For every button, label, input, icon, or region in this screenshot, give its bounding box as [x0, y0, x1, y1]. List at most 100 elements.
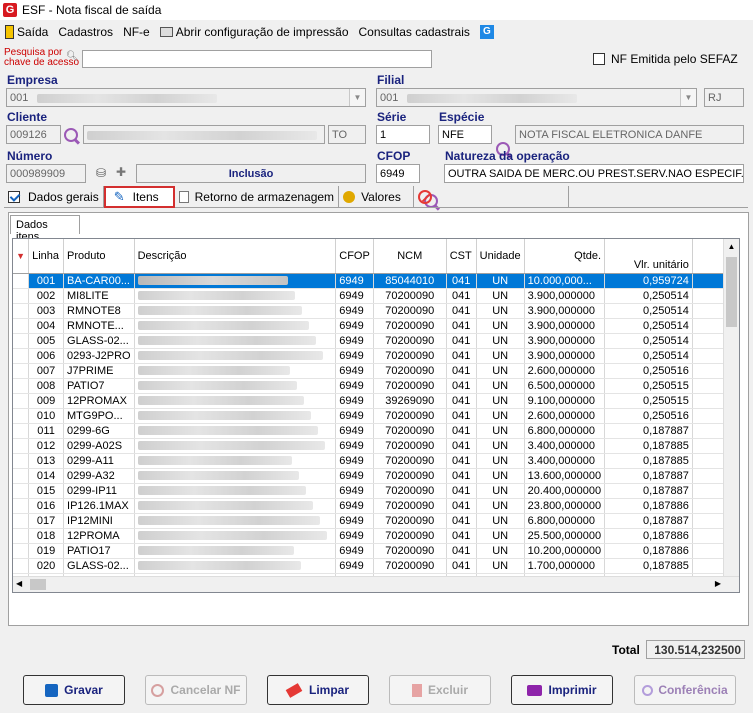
row-indicator[interactable]: [13, 378, 30, 394]
cell-linha[interactable]: 015: [28, 483, 65, 499]
cell-cst[interactable]: 041: [446, 513, 477, 529]
cell-linha[interactable]: 020: [28, 558, 65, 574]
table-row[interactable]: 017 IP12MINI 6949 70200090 041 UN 6.800,000000…: [13, 513, 739, 529]
cell-linha[interactable]: 016: [28, 498, 65, 514]
cell-qtde[interactable]: 20.400,000000: [524, 483, 606, 499]
cell-cfop[interactable]: 6949: [335, 303, 374, 319]
table-row[interactable]: 008 PATIO7 6949 70200090 041 UN 6.500,000000 0,…: [13, 378, 739, 394]
cell-unidade[interactable]: UN: [476, 333, 525, 349]
scroll-right-icon[interactable]: ▶: [715, 579, 721, 588]
cell-cst[interactable]: 041: [446, 348, 477, 364]
cell-linha[interactable]: 004: [28, 318, 65, 334]
cell-unidade[interactable]: UN: [476, 408, 525, 424]
cell-cfop[interactable]: 6949: [335, 558, 374, 574]
header-vlr-unitario[interactable]: Vlr. unitário: [604, 239, 693, 274]
menu-g-logo[interactable]: G: [475, 22, 499, 42]
cell-cst[interactable]: 041: [446, 318, 477, 334]
chevron-down-icon[interactable]: ▼: [349, 89, 365, 106]
cell-ncm[interactable]: 70200090: [373, 423, 447, 439]
cell-cst[interactable]: 041: [446, 453, 477, 469]
cell-cfop[interactable]: 6949: [335, 408, 374, 424]
scroll-thumb[interactable]: [726, 257, 737, 327]
cell-linha[interactable]: 003: [28, 303, 65, 319]
cell-produto[interactable]: 0293-J2PRO: [63, 348, 135, 364]
cell-descricao[interactable]: [134, 348, 337, 364]
cell-cst[interactable]: 041: [446, 273, 477, 289]
cell-cst[interactable]: 041: [446, 423, 477, 439]
cell-cst[interactable]: 041: [446, 468, 477, 484]
scroll-h-thumb[interactable]: [30, 579, 46, 590]
cell-qtde[interactable]: 3.400,000000: [524, 438, 606, 454]
cell-qtde[interactable]: 23.800,000000: [524, 498, 606, 514]
cell-descricao[interactable]: [134, 468, 337, 484]
row-indicator[interactable]: [13, 453, 30, 469]
cell-descricao[interactable]: [134, 378, 337, 394]
table-row[interactable]: 009 12PROMAX 6949 39269090 041 UN 9.100,000000…: [13, 393, 739, 409]
cell-cst[interactable]: 041: [446, 438, 477, 454]
cell-produto[interactable]: 0299-6G: [63, 423, 135, 439]
add-icon[interactable]: ✚: [116, 165, 126, 179]
cell-unidade[interactable]: UN: [476, 423, 525, 439]
cell-linha[interactable]: 002: [28, 288, 65, 304]
cell-cst[interactable]: 041: [446, 393, 477, 409]
cell-ncm[interactable]: 70200090: [373, 363, 447, 379]
cell-qtde[interactable]: 3.400,000000: [524, 453, 606, 469]
table-row[interactable]: 011 0299-6G 6949 70200090 041 UN 6.800,000000 0…: [13, 423, 739, 439]
cell-vlr-unitario[interactable]: 0,250516: [604, 408, 693, 424]
cell-ncm[interactable]: 70200090: [373, 483, 447, 499]
cell-qtde[interactable]: 13.600,000000: [524, 468, 606, 484]
table-row[interactable]: 014 0299-A32 6949 70200090 041 UN 13.600,00000…: [13, 468, 739, 484]
cell-linha[interactable]: 018: [28, 528, 65, 544]
tab-extra[interactable]: [414, 186, 569, 207]
cell-produto[interactable]: 12PROMA: [63, 528, 135, 544]
table-row[interactable]: 007 J7PRIME 6949 70200090 041 UN 2.600,000000 0…: [13, 363, 739, 379]
cell-qtde[interactable]: 25.500,000000: [524, 528, 606, 544]
row-indicator[interactable]: [13, 498, 30, 514]
cell-produto[interactable]: 0299-A02S: [63, 438, 135, 454]
cell-cfop[interactable]: 6949: [335, 423, 374, 439]
row-indicator[interactable]: [13, 468, 30, 484]
cell-vlr-unitario[interactable]: 0,187886: [604, 498, 693, 514]
cell-vlr-unitario[interactable]: 0,187886: [604, 528, 693, 544]
row-indicator[interactable]: [13, 543, 30, 559]
cell-descricao[interactable]: [134, 453, 337, 469]
cell-vlr-unitario[interactable]: 0,250516: [604, 363, 693, 379]
cell-cfop[interactable]: 6949: [335, 498, 374, 514]
cell-qtde[interactable]: 6.800,000000: [524, 423, 606, 439]
cell-ncm[interactable]: 70200090: [373, 468, 447, 484]
cell-produto[interactable]: IP126.1MAX: [63, 498, 135, 514]
cell-ncm[interactable]: 70200090: [373, 543, 447, 559]
cell-produto[interactable]: 0299-IP11: [63, 483, 135, 499]
cell-ncm[interactable]: 70200090: [373, 288, 447, 304]
cell-qtde[interactable]: 3.900,000000: [524, 333, 606, 349]
cell-produto[interactable]: 12PROMAX: [63, 393, 135, 409]
cell-qtde[interactable]: 6.800,000000: [524, 513, 606, 529]
empresa-select[interactable]: 001 ▼: [6, 88, 366, 107]
cell-vlr-unitario[interactable]: 0,250514: [604, 318, 693, 334]
cell-descricao[interactable]: [134, 528, 337, 544]
cell-vlr-unitario[interactable]: 0,187887: [604, 483, 693, 499]
cell-descricao[interactable]: [134, 288, 337, 304]
cell-produto[interactable]: GLASS-02...: [63, 333, 135, 349]
cancelar-nf-button[interactable]: Cancelar NF: [145, 675, 247, 705]
cell-unidade[interactable]: UN: [476, 348, 525, 364]
cell-vlr-unitario[interactable]: 0,187885: [604, 453, 693, 469]
table-row[interactable]: 019 PATIO17 6949 70200090 041 UN 10.200,000000…: [13, 543, 739, 559]
natureza-input[interactable]: OUTRA SAIDA DE MERC.OU PREST.SERV.NAO ES…: [444, 164, 744, 183]
cell-descricao[interactable]: [134, 483, 337, 499]
row-indicator[interactable]: [13, 348, 30, 364]
table-row[interactable]: 013 0299-A11 6949 70200090 041 UN 3.400,000000…: [13, 453, 739, 469]
cell-cfop[interactable]: 6949: [335, 468, 374, 484]
cell-produto[interactable]: PATIO7: [63, 378, 135, 394]
header-descricao[interactable]: Descrição: [134, 239, 337, 274]
row-indicator[interactable]: [13, 408, 30, 424]
cell-unidade[interactable]: UN: [476, 273, 525, 289]
menu-nfe[interactable]: NF-e: [118, 22, 155, 42]
imprimir-button[interactable]: Imprimir: [511, 675, 613, 705]
table-row[interactable]: 004 RMNOTE... 6949 70200090 041 UN 3.900,00000…: [13, 318, 739, 334]
cell-unidade[interactable]: UN: [476, 543, 525, 559]
cell-descricao[interactable]: [134, 333, 337, 349]
cell-vlr-unitario[interactable]: 0,250514: [604, 303, 693, 319]
cell-unidade[interactable]: UN: [476, 498, 525, 514]
cell-produto[interactable]: MI8LITE: [63, 288, 135, 304]
